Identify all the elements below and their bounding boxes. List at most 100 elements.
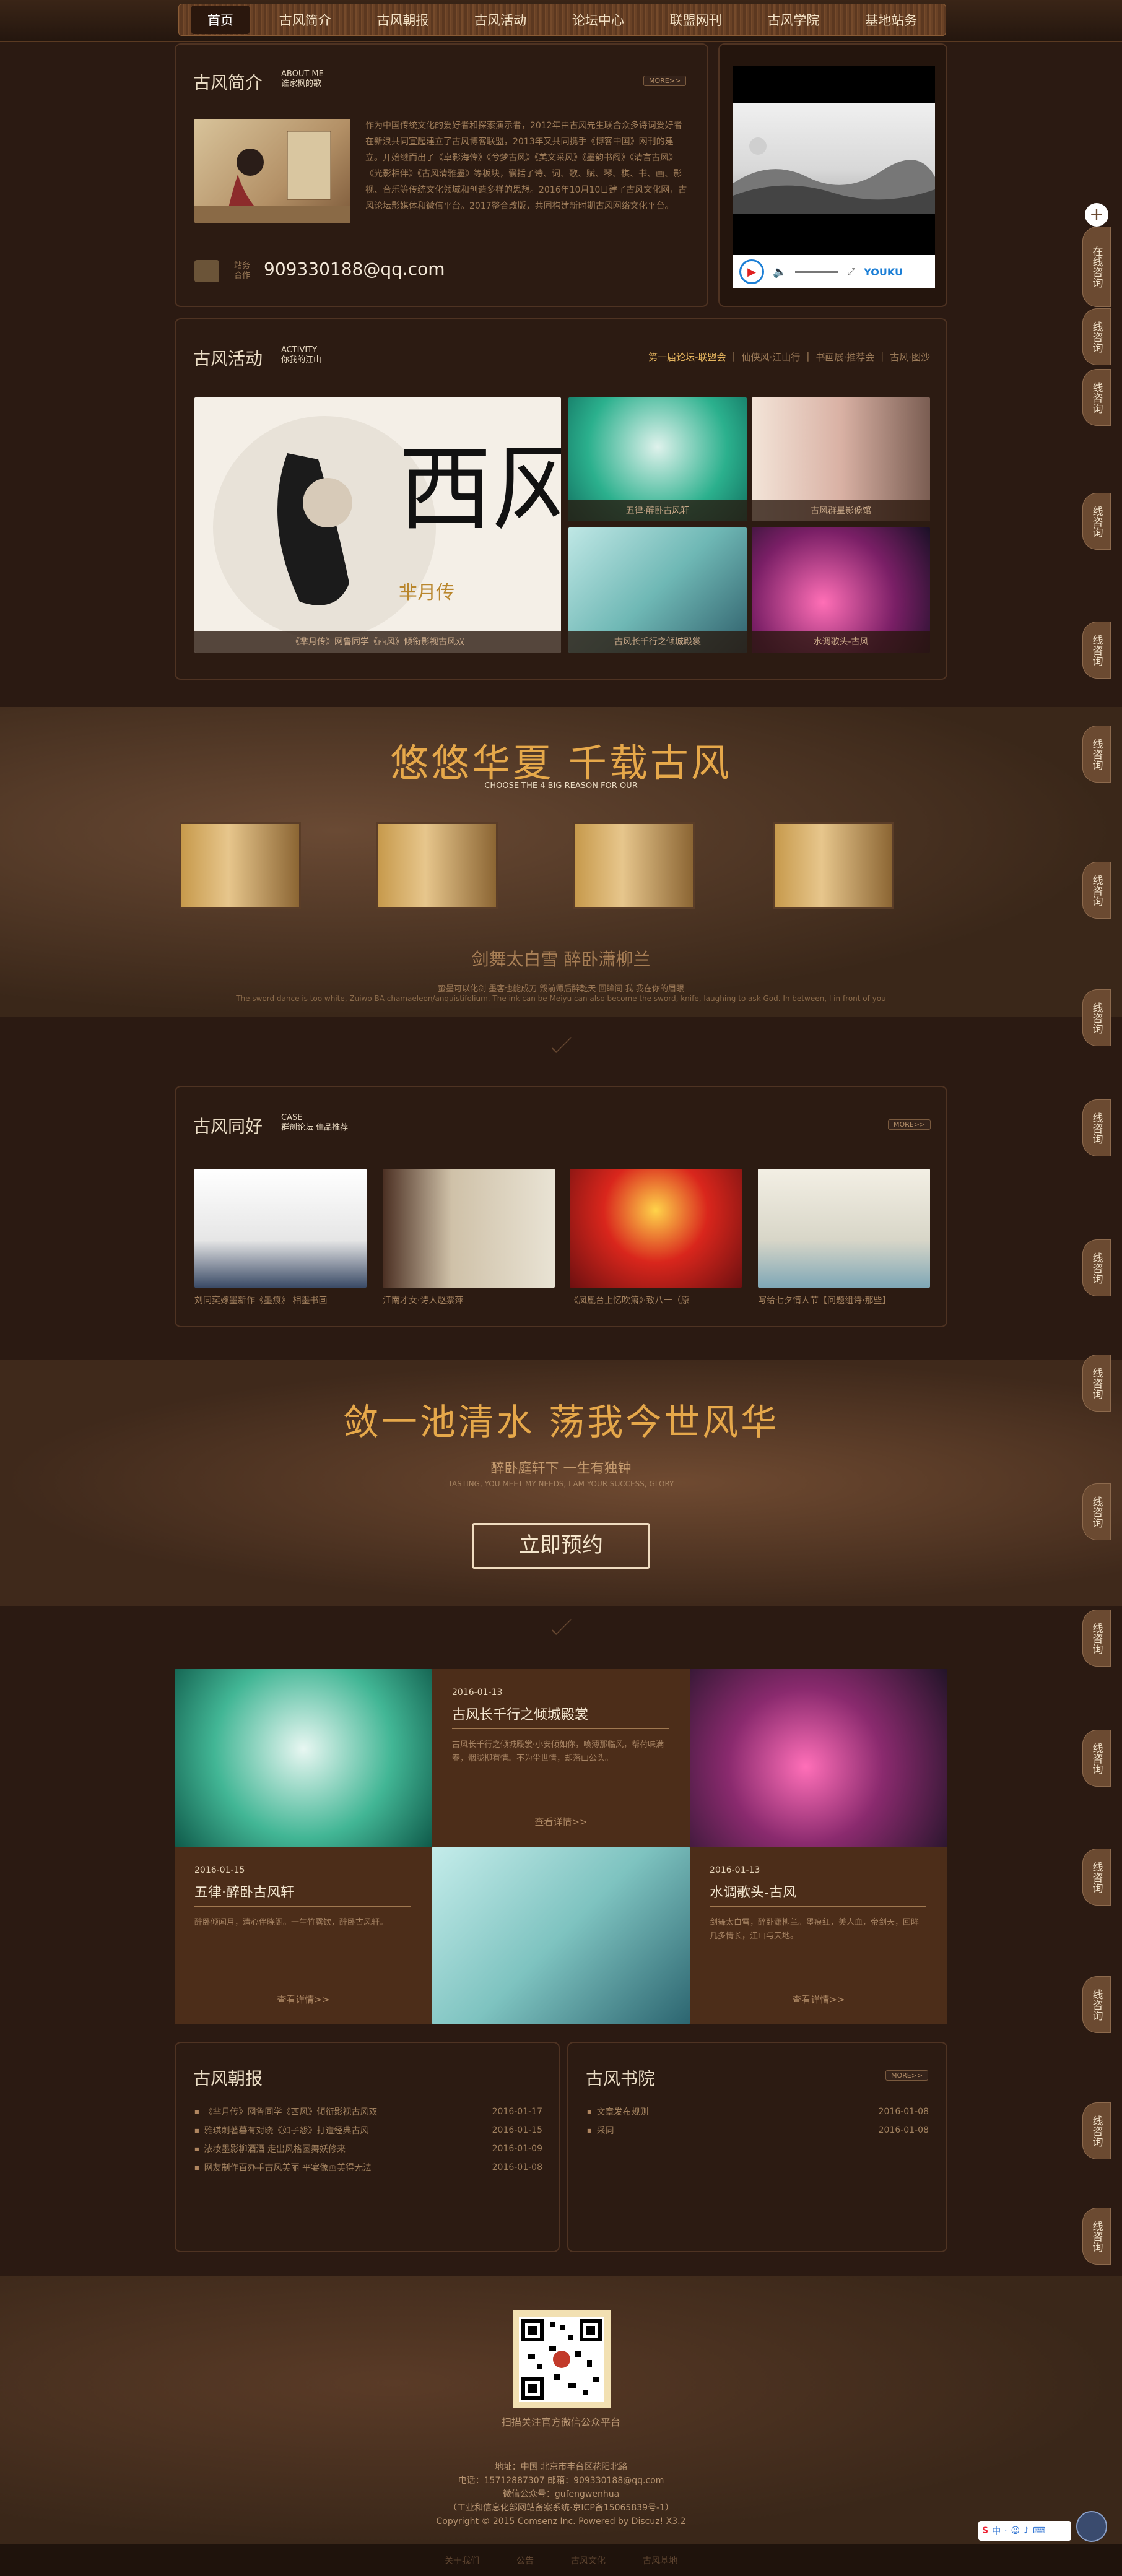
youku-logo: YOUKU xyxy=(864,266,903,278)
activity-link-4[interactable]: 古风·图沙 xyxy=(890,350,930,363)
side-consult-tab-8[interactable]: 线咨询 xyxy=(1082,1099,1111,1156)
news-item-3[interactable]: 浓妆墨影柳酒酒 走出风格圆舞妖修来2016-01-09 xyxy=(194,2140,542,2158)
card-3-link[interactable]: 查看详情>> xyxy=(690,1993,947,2006)
side-consult-tab-4[interactable]: 线咨询 xyxy=(1082,622,1111,679)
side-consult-tab-main[interactable]: 在线咨询 xyxy=(1082,227,1111,307)
video-player[interactable]: ▶ 🔈 ⤢ YOUKU xyxy=(733,66,935,288)
friends-item-1-caption[interactable]: 刘同奕嫁墨新作《墨痕》 相墨书画 xyxy=(194,1294,367,1306)
news-item-1[interactable]: 《芈月传》网鲁同学《西风》倾衔影视古风双2016-01-17 xyxy=(194,2102,542,2121)
side-consult-tab-15[interactable]: 线咨询 xyxy=(1082,1976,1111,2033)
card-image-3[interactable] xyxy=(432,1847,690,2024)
sogou-icon[interactable]: S xyxy=(982,2526,988,2536)
band-booking-sub-en: TASTING, YOU MEET MY NEEDS, I AM YOUR SU… xyxy=(448,1480,674,1488)
volume-slider[interactable] xyxy=(795,271,839,273)
friends-item-3-caption[interactable]: 《凤凰台上忆吹箫》·致八一（原 xyxy=(570,1294,742,1306)
nav-item-academy[interactable]: 古风学院 xyxy=(751,6,835,34)
footer-line-1: 地址：中国 北京市丰台区花阳北路 xyxy=(494,2462,628,2472)
academy-more-button[interactable]: MORE>> xyxy=(885,2070,929,2081)
intro-title: 古风简介 xyxy=(193,72,263,93)
nav-item-activity[interactable]: 古风活动 xyxy=(458,6,542,34)
band-thumb-1[interactable] xyxy=(180,822,301,909)
academy-item-2[interactable]: 采同2016-01-08 xyxy=(587,2121,929,2140)
nav-item-forum[interactable]: 论坛中心 xyxy=(556,6,640,34)
card-1[interactable]: 2016-01-13 古风长千行之倾城殿裳 古风长千行之倾城殿裳·小安倾如你，喷… xyxy=(432,1669,690,1847)
contact-icon xyxy=(194,260,219,282)
back-to-top-button[interactable] xyxy=(1076,2511,1107,2542)
side-consult-tab-6[interactable]: 线咨询 xyxy=(1082,862,1111,919)
card-2-link[interactable]: 查看详情>> xyxy=(175,1993,432,2006)
band-thumb-2[interactable] xyxy=(376,822,498,909)
side-add-icon[interactable]: + xyxy=(1085,203,1108,227)
volume-icon[interactable]: 🔈 xyxy=(773,266,786,279)
side-consult-tab-13[interactable]: 线咨询 xyxy=(1082,1730,1111,1787)
activity-thumb-2-caption: 古风群星影像馆 xyxy=(752,500,930,521)
side-consult-tab-12[interactable]: 线咨询 xyxy=(1082,1610,1111,1667)
mic-icon[interactable]: ♪ xyxy=(1024,2526,1029,2536)
side-consult-tab-5[interactable]: 线咨询 xyxy=(1082,726,1111,783)
band-thumb-4[interactable] xyxy=(773,822,894,909)
fullscreen-icon[interactable]: ⤢ xyxy=(847,266,855,278)
chinese-mode-icon[interactable]: 中 xyxy=(992,2525,1001,2537)
academy-item-1[interactable]: 文章发布规则2016-01-08 xyxy=(587,2102,929,2121)
play-icon[interactable]: ▶ xyxy=(739,259,764,284)
card-1-link[interactable]: 查看详情>> xyxy=(432,1815,690,1828)
footer-line-4: （工业和信息化部网站备案系统·京ICP备15065839号-1） xyxy=(448,2503,674,2513)
side-consult-tab-16[interactable]: 线咨询 xyxy=(1082,2102,1111,2159)
card-2-title: 五律·醉卧古风轩 xyxy=(194,1881,411,1907)
keyboard-icon[interactable]: ⌨ xyxy=(1033,2526,1045,2536)
nav-item-affairs[interactable]: 基地站务 xyxy=(849,6,933,34)
bottom-link-4[interactable]: 古风基地 xyxy=(643,2554,677,2567)
friends-item-4[interactable] xyxy=(758,1169,930,1288)
side-consult-tab-17[interactable]: 线咨询 xyxy=(1082,2208,1111,2265)
activity-link-3[interactable]: 书画展·推荐会 xyxy=(815,350,874,363)
nav-item-news[interactable]: 古风朝报 xyxy=(360,6,445,34)
band-booking: 敛一池清水 荡我今世风华 醉卧庭轩下 一生有独钟 TASTING, YOU ME… xyxy=(0,1360,1122,1606)
friends-item-2[interactable] xyxy=(383,1169,555,1288)
side-consult-tab-10[interactable]: 线咨询 xyxy=(1082,1355,1111,1412)
friends-item-2-caption[interactable]: 江南才女·诗人赵票萍 xyxy=(383,1294,555,1306)
bottom-link-1[interactable]: 关于我们 xyxy=(445,2554,479,2567)
side-consult-tab-14[interactable]: 线咨询 xyxy=(1082,1849,1111,1906)
activity-link-2[interactable]: 仙侠风·江山行 xyxy=(742,350,801,363)
side-consult-tab-2[interactable]: 线咨询 xyxy=(1082,369,1111,426)
emoji-icon[interactable]: ☺ xyxy=(1011,2526,1020,2536)
friends-item-4-caption[interactable]: 写给七夕情人节【问题组诗·那些】 xyxy=(758,1294,930,1306)
bottom-link-2[interactable]: 公告 xyxy=(516,2554,534,2567)
news-item-4[interactable]: 网友制作百办手古风美丽 平宴像画美得无法2016-01-08 xyxy=(194,2158,542,2177)
contact-email[interactable]: 909330188@qq.com xyxy=(264,259,445,279)
punct-icon[interactable]: · xyxy=(1004,2526,1007,2536)
card-3[interactable]: 2016-01-13 水调歌头-古风 剑舞太白雪，醉卧潇柳兰。墨痕红，美人血，帝… xyxy=(690,1847,947,2024)
friends-item-1[interactable] xyxy=(194,1169,367,1288)
side-consult-tab-1[interactable]: 线咨询 xyxy=(1082,308,1111,365)
card-3-text: 剑舞太白雪，醉卧潇柳兰。墨痕红，美人血，帝剑天，回眸几多情长，江山与天地。 xyxy=(710,1918,920,1941)
activity-thumb-1[interactable]: 五律·醉卧古风轩 xyxy=(568,397,747,521)
card-2[interactable]: 2016-01-15 五律·醉卧古风轩 醉卧倾闻月，清心伴晓阁。一生竹露饮，醉卧… xyxy=(175,1847,432,2024)
card-image-2[interactable] xyxy=(690,1669,947,1847)
friends-title: 古风同好 xyxy=(193,1116,263,1137)
activity-sub-en: ACTIVITY xyxy=(281,345,318,355)
intro-more-button[interactable]: MORE>> xyxy=(643,76,687,86)
side-consult-tab-7[interactable]: 线咨询 xyxy=(1082,989,1111,1046)
friends-item-3[interactable] xyxy=(570,1169,742,1288)
nav-item-home[interactable]: 首页 xyxy=(191,6,250,34)
friends-more-button[interactable]: MORE>> xyxy=(888,1119,931,1130)
input-method-toolbar[interactable]: S 中 · ☺ ♪ ⌨ xyxy=(978,2521,1071,2541)
band-thumb-3[interactable] xyxy=(573,822,695,909)
bottom-link-3[interactable]: 古风文化 xyxy=(571,2554,606,2567)
nav-item-journal[interactable]: 联盟网刊 xyxy=(654,6,738,34)
book-now-button[interactable]: 立即预约 xyxy=(472,1523,650,1569)
activity-thumb-3[interactable]: 古风长千行之倾城殿裳 xyxy=(568,527,747,653)
nav-item-intro[interactable]: 古风简介 xyxy=(263,6,347,34)
contact-label-2: 合作 xyxy=(234,271,251,280)
activity-thumb-4[interactable]: 水调歌头-古风 xyxy=(752,527,930,653)
side-consult-tab-9[interactable]: 线咨询 xyxy=(1082,1239,1111,1296)
side-consult-tab-3[interactable]: 线咨询 xyxy=(1082,493,1111,550)
side-consult-tab-11[interactable]: 线咨询 xyxy=(1082,1483,1111,1540)
activity-main-image[interactable]: 西风 芈月传 《芈月传》网鲁同学《西风》倾衔影视古风双 xyxy=(194,397,561,653)
activity-panel: 古风活动 ACTIVITY 你我的江山 第一届论坛-联盟会 | 仙侠风·江山行 | … xyxy=(175,318,947,680)
news-item-2[interactable]: 雅琪刺著暮有对晓《如子怨》打造经典古风2016-01-15 xyxy=(194,2121,542,2140)
activity-thumb-2[interactable]: 古风群星影像馆 xyxy=(752,397,930,521)
card-image-1[interactable] xyxy=(175,1669,432,1847)
activity-link-1[interactable]: 第一届论坛-联盟会 xyxy=(648,350,726,363)
footer-line-5: Copyright © 2015 Comsenz Inc. Powered by… xyxy=(436,2517,686,2526)
